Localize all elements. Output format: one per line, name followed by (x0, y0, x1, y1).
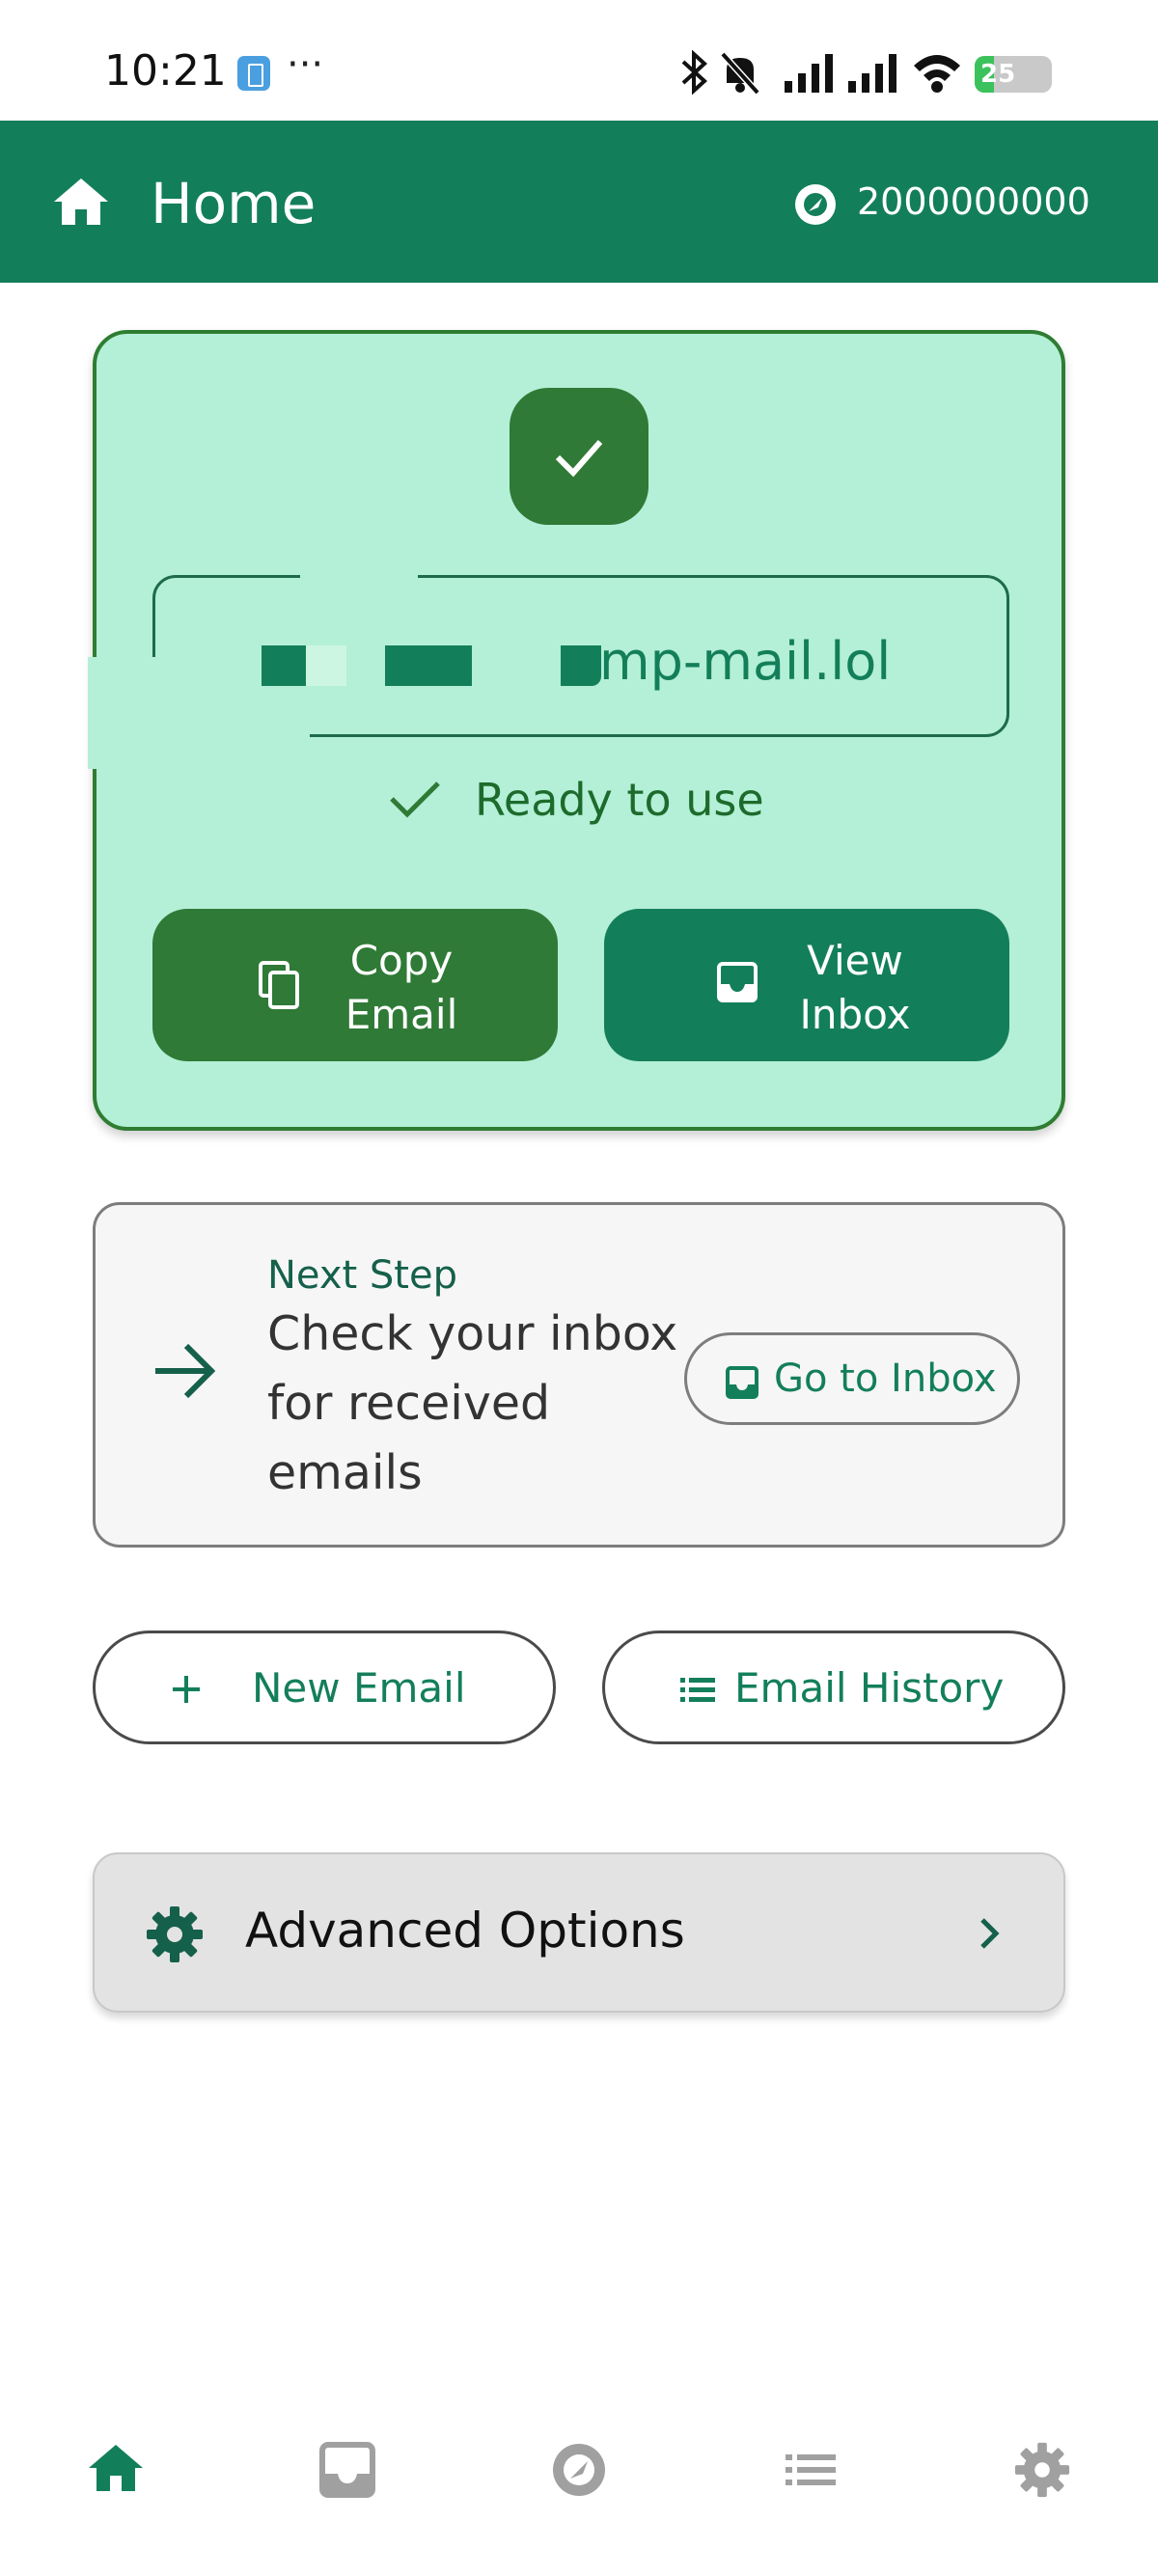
nav-credits[interactable] (540, 2431, 618, 2508)
view-inbox-button[interactable]: View Inbox (604, 909, 1009, 1061)
inbox-icon (717, 962, 758, 1002)
copy-email-label: Copy Email (345, 937, 458, 1038)
redaction-mask (300, 572, 418, 630)
home-icon[interactable] (52, 175, 110, 229)
email-card: mp-mail.lol Ready to use Copy Email View… (88, 330, 1065, 1131)
plus-icon (173, 1676, 200, 1703)
arrow-right-icon (155, 1343, 216, 1399)
more-notifications: ··· (287, 42, 324, 87)
view-inbox-label: View Inbox (799, 937, 911, 1038)
advanced-options-label: Advanced Options (245, 1903, 685, 1959)
settings-icon (1014, 2442, 1070, 2498)
bluetooth-icon (681, 50, 707, 95)
new-email-label: New Email (252, 1664, 466, 1712)
next-step-card: Next Step Check your inbox for received … (93, 1202, 1065, 1548)
nav-inbox[interactable] (309, 2431, 386, 2508)
nav-settings[interactable] (1004, 2431, 1081, 2508)
email-address-field[interactable]: mp-mail.lol (88, 572, 1009, 769)
redacted-block (385, 645, 472, 686)
new-email-button[interactable]: New Email (93, 1631, 556, 1744)
battery-indicator: 25 (975, 56, 1052, 93)
email-history-button[interactable]: Email History (602, 1631, 1065, 1744)
go-to-inbox-button[interactable]: Go to Inbox (684, 1332, 1020, 1425)
signal-2-icon (848, 54, 896, 93)
signal-1-icon (785, 54, 833, 93)
email-address-text: mp-mail.lol (599, 631, 892, 692)
wifi-icon (914, 55, 960, 93)
app-bar: Home 2000000000 (0, 121, 1158, 283)
success-badge (510, 388, 648, 525)
redacted-block (561, 645, 601, 686)
inbox-icon (319, 2442, 375, 2498)
check-icon (390, 781, 440, 818)
credits-icon (553, 2444, 605, 2496)
nav-home[interactable] (77, 2431, 154, 2508)
redacted-block (262, 645, 306, 686)
page-title: Home (151, 171, 317, 236)
inbox-icon (726, 1366, 758, 1399)
chevron-right-icon (980, 1918, 1000, 1949)
status-bar: 10:21 ··· 25 (0, 0, 1158, 121)
next-step-title: Next Step (267, 1253, 457, 1298)
advanced-options-row[interactable]: Advanced Options (93, 1852, 1065, 2013)
copy-icon (259, 961, 299, 1009)
home-icon (89, 2445, 143, 2491)
check-icon (555, 440, 603, 478)
gear-icon (147, 1906, 203, 1962)
battery-level: 25 (980, 60, 1016, 89)
status-time: 10:21 (104, 46, 227, 96)
nav-history[interactable] (772, 2431, 849, 2508)
bottom-navigation (0, 2412, 1158, 2528)
next-step-description: Check your inbox for received emails (267, 1306, 678, 1500)
credits-value: 2000000000 (857, 180, 1090, 223)
redacted-block (306, 645, 346, 686)
home-screen: 10:21 ··· 25 Home 2000000000 mp-mail.lol… (0, 0, 1158, 2576)
credits-icon (795, 184, 836, 225)
copy-email-button[interactable]: Copy Email (152, 909, 558, 1061)
list-icon (680, 1678, 715, 1702)
go-to-inbox-label: Go to Inbox (774, 1357, 997, 1401)
app-notification-icon (237, 56, 270, 91)
ready-status-text: Ready to use (475, 774, 764, 826)
mute-bell-icon (720, 51, 760, 95)
list-icon (786, 2454, 836, 2485)
email-history-label: Email History (734, 1664, 1005, 1712)
